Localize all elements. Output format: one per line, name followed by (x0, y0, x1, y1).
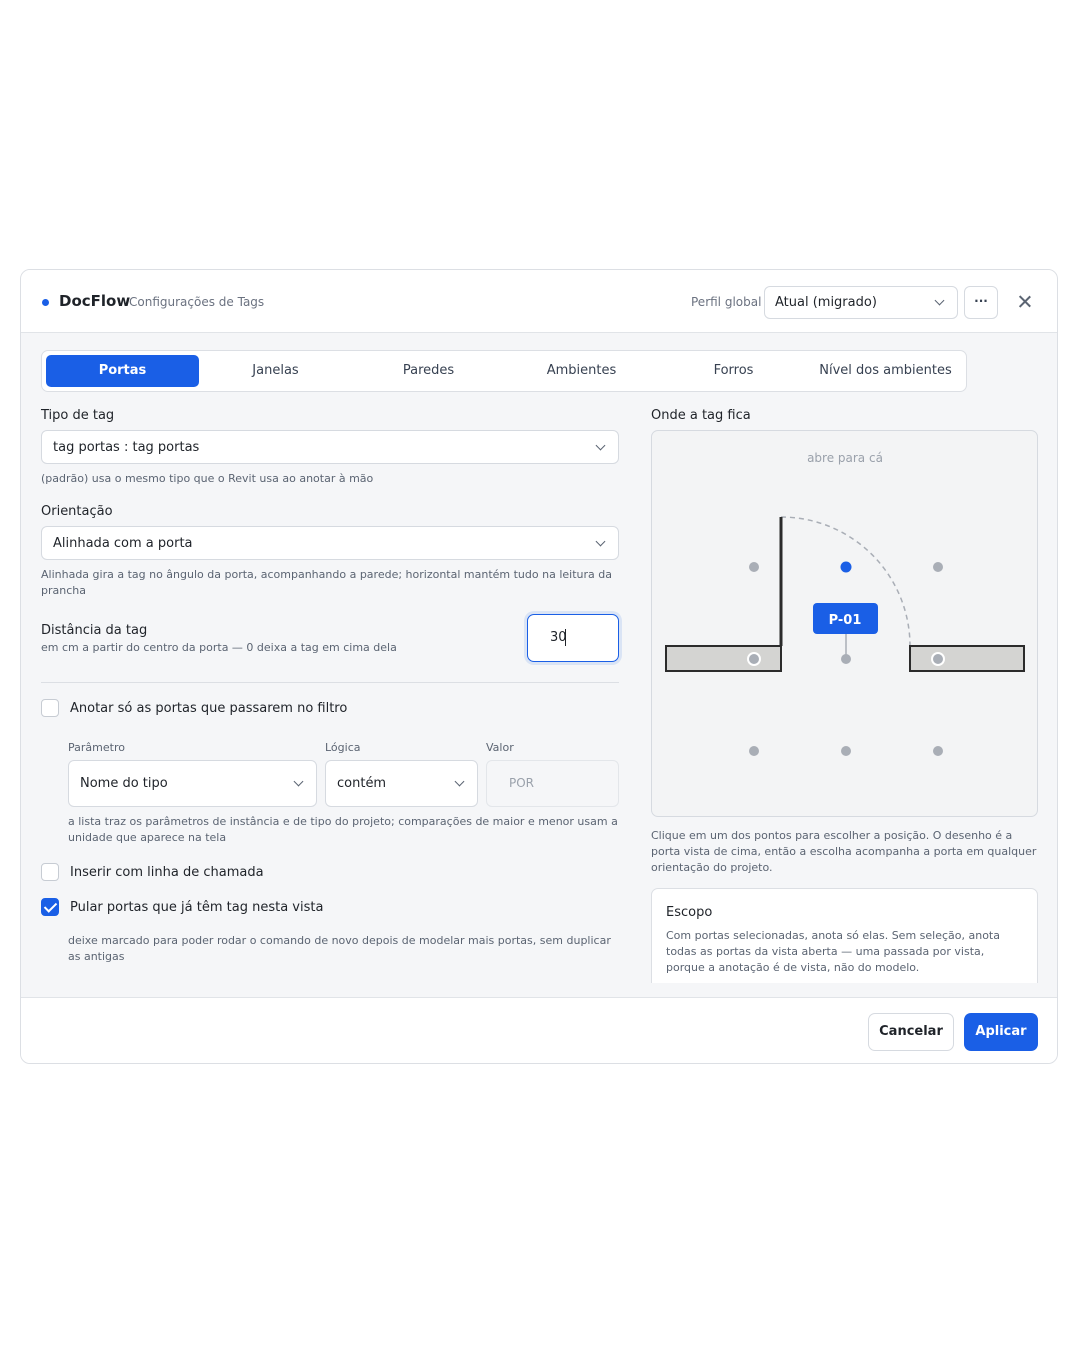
text-caret (565, 629, 566, 646)
tab-ambientes[interactable]: Ambientes (505, 355, 658, 387)
cancel-button[interactable]: Cancelar (868, 1013, 954, 1051)
chevron-down-icon (595, 440, 606, 451)
filter-value-input[interactable]: POR (486, 760, 619, 807)
orientation-select[interactable]: Alinhada com a porta (41, 526, 619, 560)
placement-point-middle-right[interactable] (931, 652, 945, 666)
filter-value-placeholder: POR (509, 776, 535, 790)
tab-portas[interactable]: Portas (46, 355, 199, 387)
param-select-value: Nome do tipo (80, 776, 168, 791)
dialog-footer: Cancelar Aplicar (21, 997, 1057, 1063)
close-icon[interactable] (1015, 292, 1035, 312)
placement-point-middle-left[interactable] (747, 652, 761, 666)
apply-button[interactable]: Aplicar (964, 1013, 1038, 1051)
chevron-down-icon (293, 776, 304, 787)
wall-left (665, 645, 782, 672)
tag-settings-dialog: DocFlow Configurações de Tags Perfil glo… (20, 269, 1058, 1064)
tag-type-select[interactable]: tag portas : tag portas (41, 430, 619, 464)
opens-here-label: abre para cá (807, 451, 883, 465)
chevron-down-icon (934, 295, 945, 306)
leader-checkbox-label: Inserir com linha de chamada (70, 865, 264, 880)
brand-dot-icon (42, 299, 49, 306)
placement-diagram: abre para cá P-01 (651, 430, 1038, 817)
tab-forros[interactable]: Forros (657, 355, 810, 387)
logic-select-value: contém (337, 776, 387, 791)
tag-type-value: tag portas : tag portas (53, 440, 200, 455)
skip-tagged-help: deixe marcado para poder rodar o comando… (68, 934, 611, 963)
orientation-label: Orientação (41, 504, 113, 519)
chevron-down-icon (595, 536, 606, 547)
wall-right (909, 645, 1025, 672)
filter-checkbox[interactable] (41, 699, 59, 717)
tab-nivel-dos-ambientes[interactable]: Nível dos ambientes (809, 355, 962, 387)
distance-input[interactable]: 30 (527, 614, 619, 662)
filter-help: a lista traz os parâmetros de instância … (68, 815, 618, 844)
placement-point-middle-center[interactable] (841, 654, 851, 664)
tag-type-help: (padrão) usa o mesmo tipo que o Revit us… (41, 472, 374, 485)
profile-select-value: Atual (migrado) (775, 295, 877, 310)
distance-label: Distância da tag (41, 623, 148, 638)
orientation-help: Alinhada gira a tag no ângulo da porta, … (41, 568, 612, 597)
orientation-value: Alinhada com a porta (53, 536, 193, 551)
placement-point-bottom-left[interactable] (749, 746, 759, 756)
placement-label: Onde a tag fica (651, 408, 751, 423)
value-label: Valor (486, 741, 514, 754)
more-options-button[interactable]: ··· (964, 286, 998, 319)
placement-point-top-left[interactable] (749, 562, 759, 572)
tab-paredes[interactable]: Paredes (352, 355, 505, 387)
scope-title: Escopo (666, 905, 713, 920)
profile-select[interactable]: Atual (migrado) (764, 286, 958, 319)
dialog-subtitle: Configurações de Tags (129, 295, 265, 309)
skip-tagged-checkbox[interactable] (41, 898, 59, 916)
tab-janelas[interactable]: Janelas (199, 355, 352, 387)
distance-help: em cm a partir do centro da porta — 0 de… (41, 641, 397, 654)
tag-type-label: Tipo de tag (41, 408, 115, 423)
section-divider (41, 682, 619, 683)
placement-point-bottom-center[interactable] (841, 746, 851, 756)
chevron-down-icon (454, 776, 465, 787)
param-label: Parâmetro (68, 741, 125, 754)
app-name: DocFlow (59, 292, 131, 310)
logic-label: Lógica (325, 741, 361, 754)
filter-checkbox-label: Anotar só as portas que passarem no filt… (70, 701, 348, 716)
skip-tagged-checkbox-label: Pular portas que já têm tag nesta vista (70, 900, 324, 915)
scope-text: Com portas selecionadas, anota só elas. … (666, 929, 1000, 974)
category-tabs: Portas Janelas Paredes Ambientes Forros … (41, 350, 967, 392)
placement-point-top-right[interactable] (933, 562, 943, 572)
profile-label: Perfil global (691, 295, 762, 309)
dialog-header: DocFlow Configurações de Tags Perfil glo… (21, 270, 1057, 333)
placement-point-top-center[interactable] (840, 561, 852, 573)
scope-card: Escopo Com portas selecionadas, anota só… (651, 888, 1038, 983)
placement-help: Clique em um dos pontos para escolher a … (651, 829, 1037, 874)
placement-point-bottom-right[interactable] (933, 746, 943, 756)
param-select[interactable]: Nome do tipo (68, 760, 317, 807)
leader-checkbox[interactable] (41, 863, 59, 881)
logic-select[interactable]: contém (325, 760, 478, 807)
tag-preview-text: P-01 (829, 613, 862, 628)
door-plan-svg: abre para cá P-01 (665, 451, 1025, 756)
